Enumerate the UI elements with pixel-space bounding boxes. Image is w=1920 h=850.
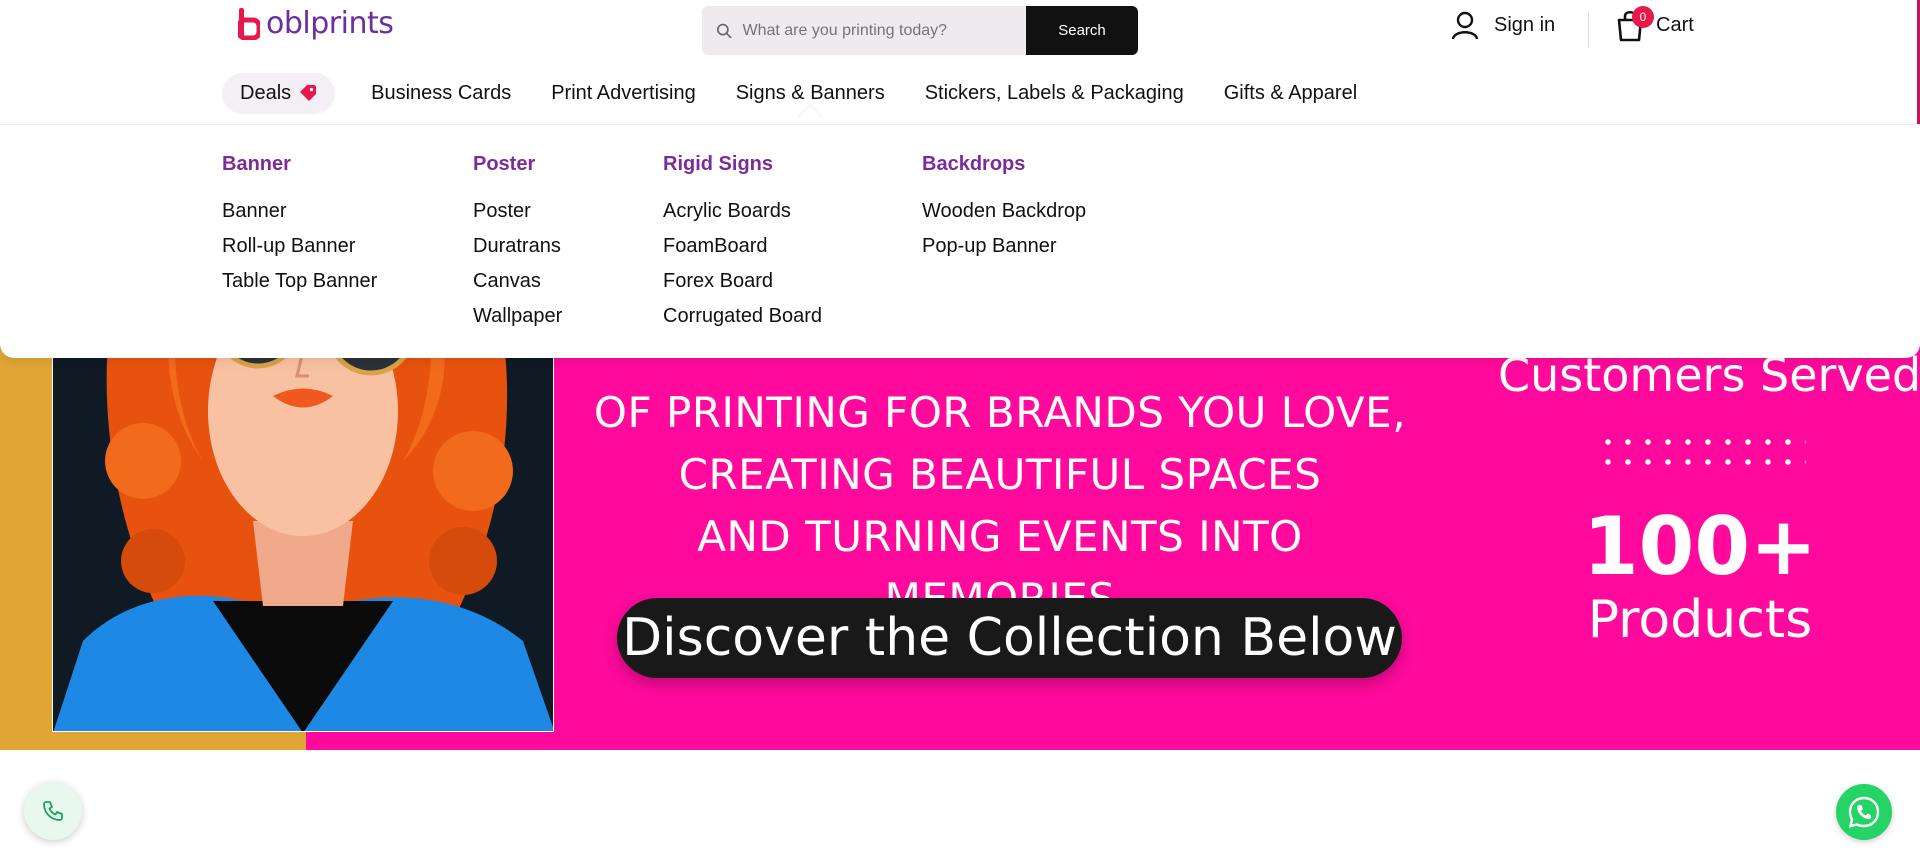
site-header: oblprints Search Sign in 0 Cart	[0, 0, 1920, 62]
mega-column-title[interactable]: Rigid Signs	[663, 153, 822, 176]
search-button[interactable]: Search	[1026, 6, 1138, 55]
mega-column-poster: Poster Poster Duratrans Canvas Wallpaper	[473, 153, 562, 334]
mega-column-banner: Banner Banner Roll-up Banner Table Top B…	[222, 153, 377, 299]
sign-in-label: Sign in	[1494, 13, 1556, 36]
search-input[interactable]	[742, 21, 1026, 40]
search-field[interactable]	[702, 6, 1026, 55]
call-button[interactable]	[24, 782, 82, 840]
mega-link[interactable]: Acrylic Boards	[663, 194, 822, 229]
tag-icon	[300, 85, 317, 101]
mega-link[interactable]: Corrugated Board	[663, 299, 822, 334]
hero-tagline: OF PRINTING FOR BRANDS YOU LOVE, CREATIN…	[580, 382, 1420, 630]
products-label: Products	[1587, 590, 1813, 650]
nav-item-stickers-labels[interactable]: Stickers, Labels & Packaging	[925, 82, 1184, 105]
mega-column-backdrops: Backdrops Wooden Backdrop Pop-up Banner	[922, 153, 1086, 264]
user-icon	[1451, 11, 1479, 40]
main-nav: Deals Business Cards Print Advertising S…	[0, 62, 1920, 124]
mega-link[interactable]: FoamBoard	[663, 229, 822, 264]
nav-item-deals[interactable]: Deals	[222, 72, 336, 114]
mega-link[interactable]: Wooden Backdrop	[922, 194, 1086, 229]
mega-column-rigid-signs: Rigid Signs Acrylic Boards FoamBoard For…	[663, 153, 822, 334]
cart-icon-wrap: 0	[1614, 6, 1654, 42]
mega-link[interactable]: Table Top Banner	[222, 264, 377, 299]
dot-pattern	[1598, 432, 1806, 476]
nav-item-gifts-apparel[interactable]: Gifts & Apparel	[1224, 82, 1357, 105]
products-count: 100+	[1582, 500, 1818, 593]
signs-banners-mega-menu: Banner Banner Roll-up Banner Table Top B…	[0, 124, 1920, 358]
nav-item-business-cards[interactable]: Business Cards	[371, 82, 511, 105]
mega-link[interactable]: Wallpaper	[473, 299, 562, 334]
mega-link[interactable]: Duratrans	[473, 229, 562, 264]
logo-mark-icon	[238, 7, 260, 40]
cart-link[interactable]: 0 Cart	[1614, 6, 1694, 42]
mega-link[interactable]: Roll-up Banner	[222, 229, 377, 264]
phone-icon	[43, 801, 63, 821]
search-bar: Search	[702, 6, 1138, 55]
whatsapp-button[interactable]	[1836, 784, 1892, 840]
hero-line-2: CREATING BEAUTIFUL SPACES	[678, 450, 1322, 499]
nav-item-print-advertising[interactable]: Print Advertising	[551, 82, 696, 105]
logo-text: oblprints	[266, 6, 394, 41]
hero-line-1: OF PRINTING FOR BRANDS YOU LOVE,	[593, 388, 1407, 437]
mega-link[interactable]: Banner	[222, 194, 377, 229]
header-divider	[1588, 12, 1589, 48]
mega-column-title[interactable]: Backdrops	[922, 153, 1086, 176]
mega-column-title[interactable]: Poster	[473, 153, 562, 176]
mega-link[interactable]: Poster	[473, 194, 562, 229]
whatsapp-icon	[1848, 796, 1880, 828]
mega-link[interactable]: Pop-up Banner	[922, 229, 1086, 264]
sign-in-link[interactable]: Sign in	[1450, 10, 1555, 40]
mega-link[interactable]: Forex Board	[663, 264, 822, 299]
mega-column-title[interactable]: Banner	[222, 153, 377, 176]
mega-link[interactable]: Canvas	[473, 264, 562, 299]
logo[interactable]: oblprints	[238, 6, 394, 41]
cart-label: Cart	[1656, 13, 1694, 36]
cart-count-badge: 0	[1632, 6, 1654, 28]
discover-collection-button[interactable]: Discover the Collection Below	[617, 598, 1402, 678]
nav-item-label: Deals	[240, 81, 292, 104]
nav-item-signs-banners[interactable]: Signs & Banners	[736, 82, 885, 105]
search-icon	[717, 23, 732, 38]
